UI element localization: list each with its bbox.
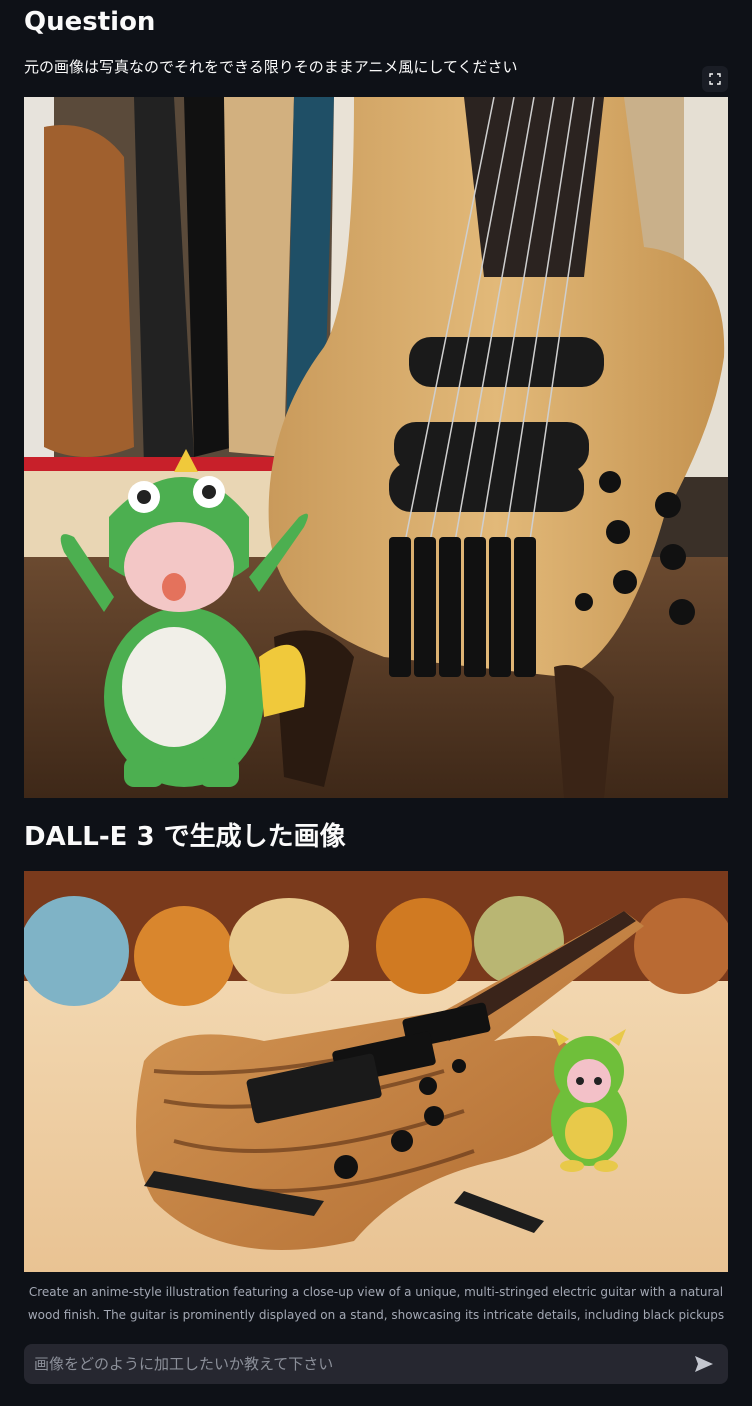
question-heading: Question bbox=[24, 7, 156, 37]
chat-input-container bbox=[24, 1344, 728, 1384]
generated-image-caption: Create an anime-style illustration featu… bbox=[27, 1285, 725, 1322]
send-button[interactable] bbox=[692, 1352, 716, 1376]
generated-image-heading: DALL-E 3 で生成した画像 bbox=[24, 822, 346, 852]
app-page: Question 元の画像は写真なのでそれをできる限りそのままアニメ風にしてくだ… bbox=[0, 0, 752, 1406]
fullscreen-button[interactable] bbox=[702, 66, 728, 92]
chat-input-field[interactable] bbox=[24, 1344, 684, 1384]
generated-image bbox=[24, 871, 728, 1272]
original-photo bbox=[24, 97, 728, 798]
question-prompt-text: 元の画像は写真なのでそれをできる限りそのままアニメ風にしてください bbox=[24, 58, 518, 76]
send-icon bbox=[695, 1356, 713, 1372]
expand-icon bbox=[709, 73, 721, 85]
